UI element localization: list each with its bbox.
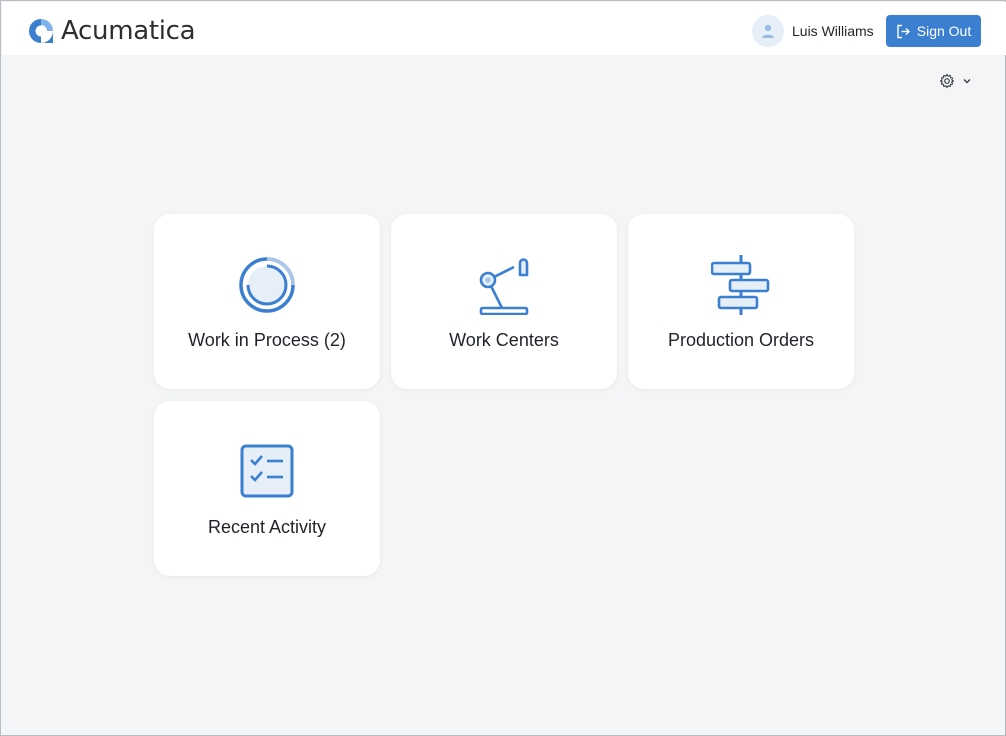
sign-out-button[interactable]: Sign Out xyxy=(886,15,981,47)
user-name: Luis Williams xyxy=(792,23,874,39)
brand-name: Acumatica xyxy=(61,16,196,46)
gear-icon xyxy=(939,73,955,89)
acumatica-logo-icon xyxy=(29,19,53,43)
gantt-icon xyxy=(711,255,770,315)
tile-production-orders[interactable]: Production Orders xyxy=(628,214,854,389)
sign-out-icon xyxy=(897,24,910,38)
tile-label: Production Orders xyxy=(667,330,815,350)
tile-label: Recent Activity xyxy=(207,517,327,537)
checklist-icon xyxy=(240,444,294,498)
tile-label: Work in Process (2) xyxy=(188,330,346,350)
progress-circle-icon xyxy=(239,257,295,313)
brand-logo[interactable]: Acumatica xyxy=(28,16,196,46)
sign-out-label: Sign Out xyxy=(916,23,972,39)
tile-work-centers[interactable]: Work Centers xyxy=(391,214,617,389)
user-icon xyxy=(752,15,784,47)
tile-label: Work Centers xyxy=(449,330,559,350)
robot-arm-icon xyxy=(479,258,529,315)
tile-work-in-process[interactable]: Work in Process (2) xyxy=(154,214,380,389)
user-profile[interactable]: Luis Williams xyxy=(752,15,874,47)
app-frame: Acumatica Luis Williams Sign Out Work in… xyxy=(0,0,1006,736)
tile-recent-activity[interactable]: Recent Activity xyxy=(154,401,380,576)
settings-menu[interactable] xyxy=(939,71,977,91)
top-header: Acumatica Luis Williams Sign Out xyxy=(2,2,1006,55)
chevron-down-icon xyxy=(963,79,971,84)
